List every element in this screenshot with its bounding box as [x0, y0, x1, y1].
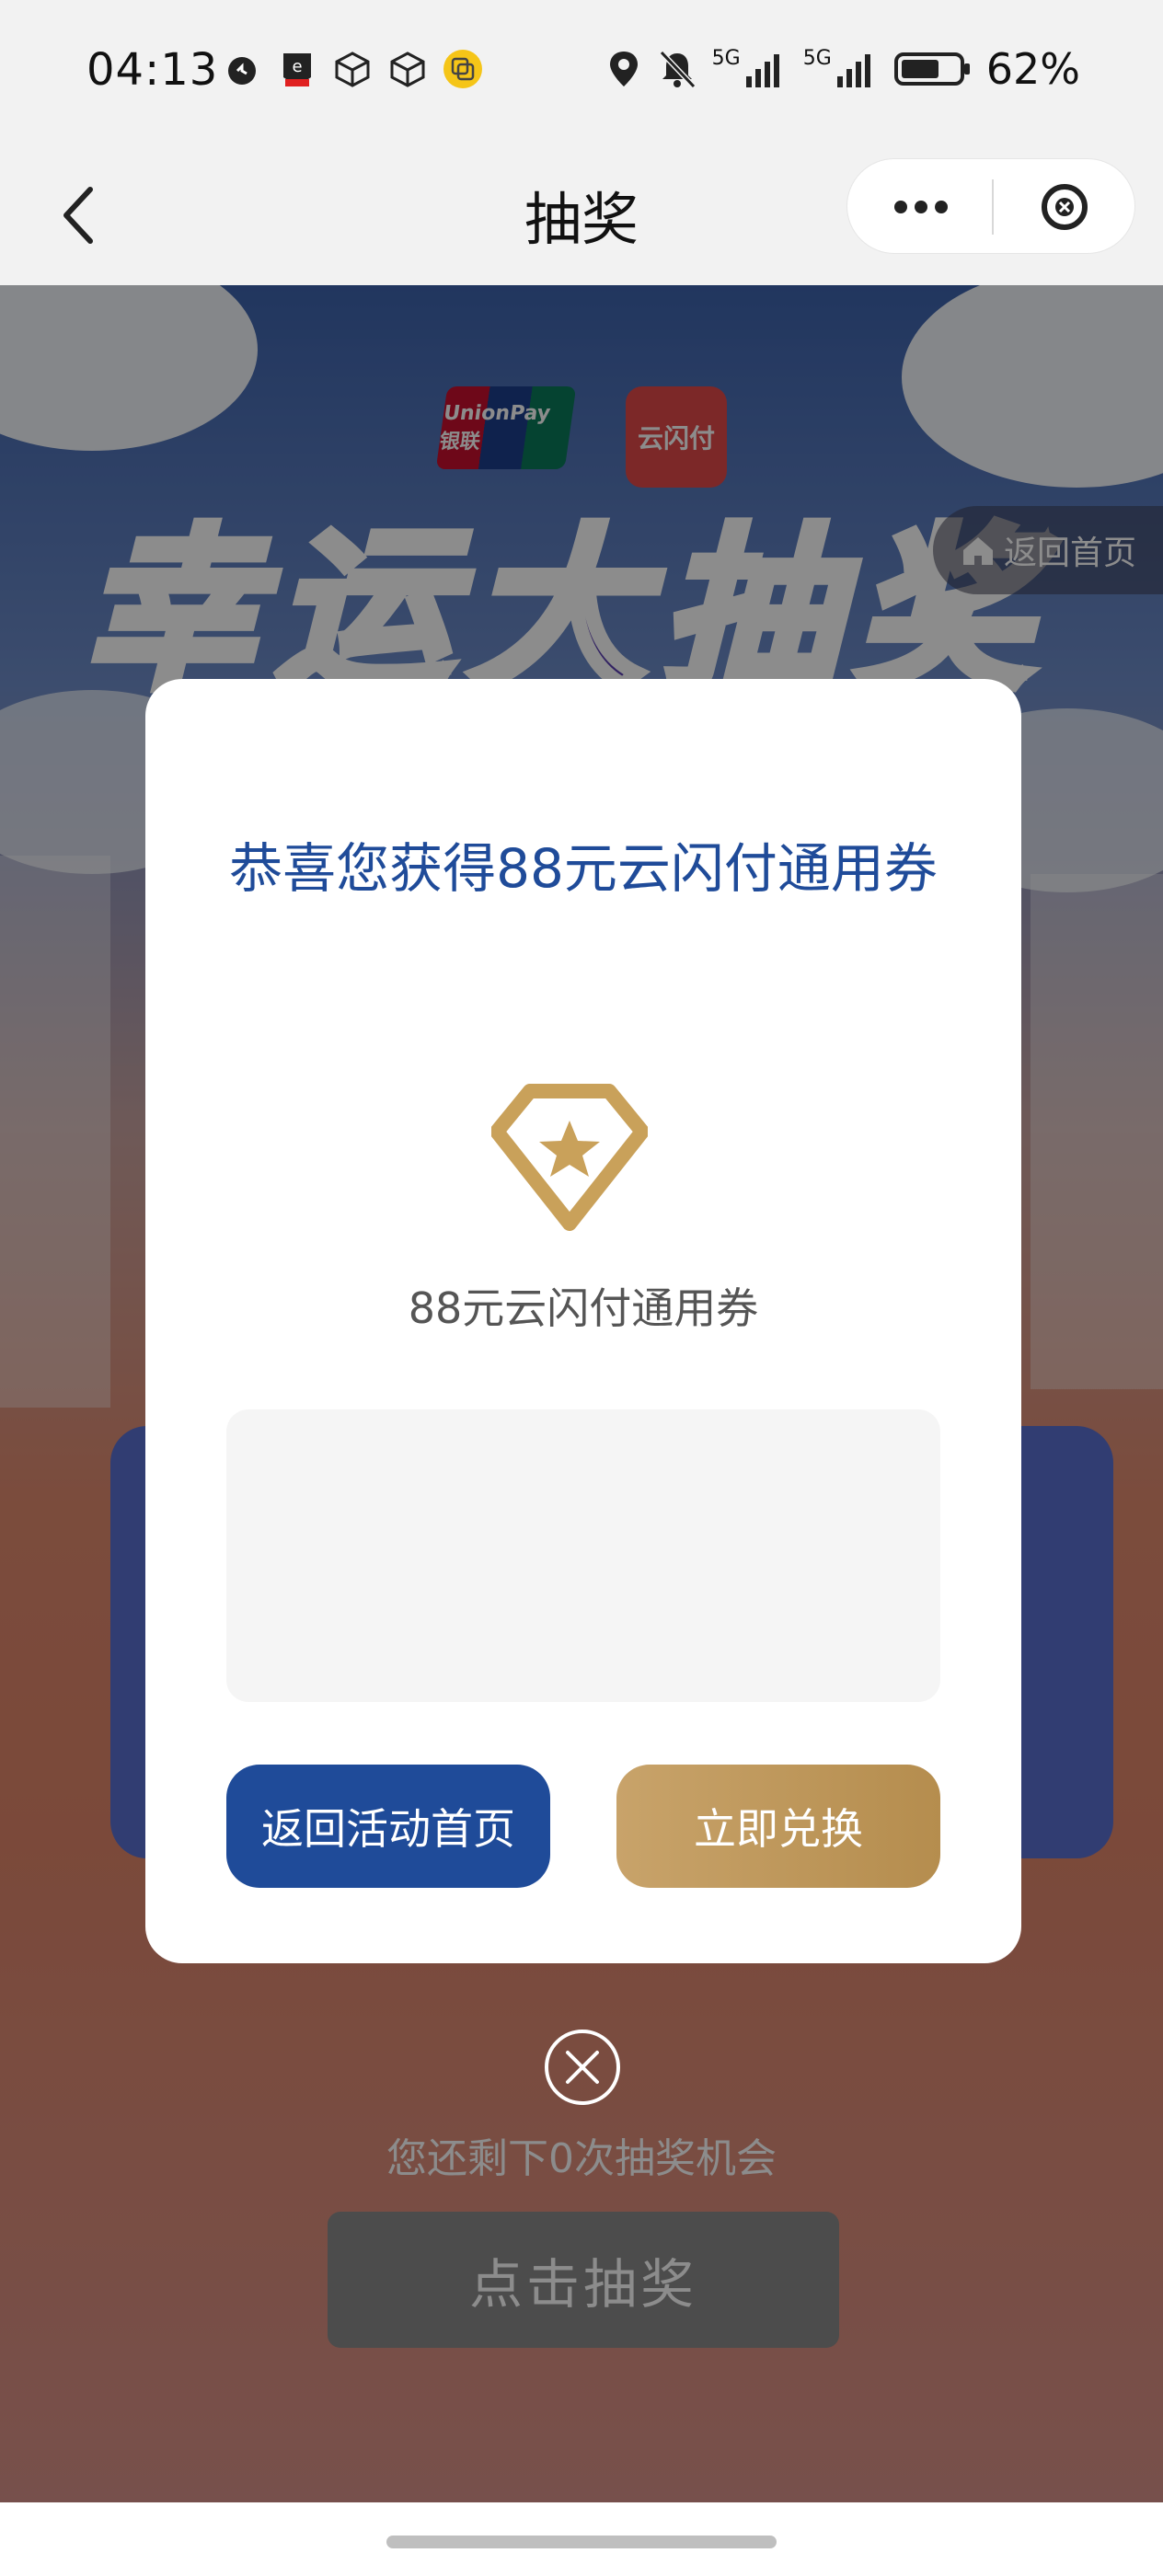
status-left-icons: e	[221, 48, 484, 90]
status-right: 5G 5G 62%	[605, 44, 1080, 94]
capsule-divider	[992, 179, 994, 235]
mute-bell-icon	[659, 50, 696, 89]
battery-percent: 62%	[985, 44, 1080, 94]
close-modal-icon[interactable]	[543, 2028, 622, 2107]
prize-title: 恭喜您获得88元云闪付通用券	[229, 837, 938, 900]
location-icon	[609, 52, 638, 86]
home-indicator[interactable]	[386, 2536, 777, 2548]
diamond-star-icon	[491, 1084, 648, 1231]
svg-text:e: e	[292, 57, 302, 76]
box-icon	[335, 52, 370, 87]
signal-2: 5G	[803, 49, 880, 89]
mini-program-capsule	[846, 158, 1135, 254]
nav-bar: 抽奖	[0, 147, 1163, 285]
app-notification-icon: e	[283, 53, 311, 86]
battery-icon	[893, 52, 970, 86]
network-label-1: 5G	[711, 47, 741, 70]
close-mini-program-icon[interactable]	[1037, 179, 1092, 235]
signal-bars-icon	[745, 54, 779, 87]
status-time: 04:13	[86, 44, 219, 96]
prize-name: 88元云闪付通用券	[408, 1283, 759, 1333]
alarm-icon	[228, 57, 256, 85]
prize-modal: 恭喜您获得88元云闪付通用券 88元云闪付通用券 返回活动首页 立即兑换	[145, 679, 1021, 1963]
status-bar: 04:13 e 5G 5G 62%	[0, 0, 1163, 147]
copy-app-icon	[443, 50, 482, 88]
signal-bars-icon	[836, 54, 870, 87]
box-icon	[390, 52, 425, 87]
back-to-activity-home-button[interactable]: 返回活动首页	[226, 1765, 550, 1888]
redeem-now-button[interactable]: 立即兑换	[616, 1765, 940, 1888]
network-label-2: 5G	[802, 47, 832, 70]
more-dots-icon[interactable]	[884, 179, 958, 235]
gesture-bar-area	[0, 2502, 1163, 2576]
prize-info-box	[226, 1409, 940, 1702]
signal-1: 5G	[712, 49, 789, 89]
